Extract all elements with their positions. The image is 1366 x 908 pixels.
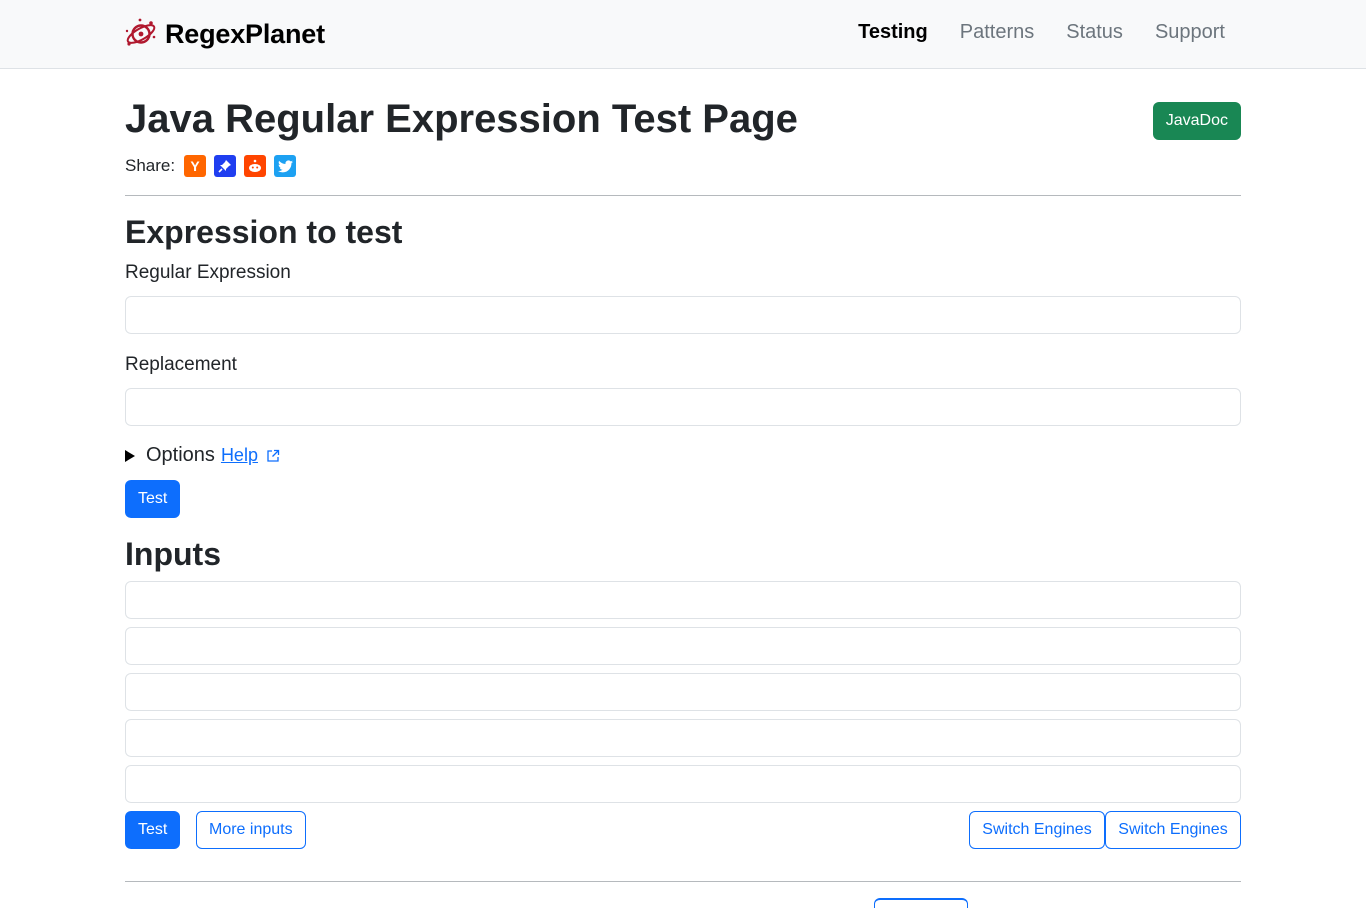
planet-logo-icon [125, 18, 156, 46]
nav-support[interactable]: Support [1155, 21, 1225, 44]
brand-link[interactable]: RegexPlanet [124, 17, 325, 51]
nav-status[interactable]: Status [1066, 21, 1123, 44]
input-field-1[interactable] [125, 581, 1241, 619]
footer-divider [125, 881, 1241, 882]
test-button[interactable]: Test [125, 480, 181, 518]
header-divider [125, 195, 1241, 196]
input-field-4[interactable] [125, 719, 1241, 757]
page-title: Java Regular Expression Test Page [125, 97, 798, 141]
switch-engines-button-2[interactable]: Switch Engines [1105, 811, 1241, 849]
hackernews-icon[interactable]: Y [184, 155, 207, 177]
brand-name: RegexPlanet [165, 18, 325, 49]
main-nav: Testing Patterns Status Support [826, 21, 1225, 44]
input-field-2[interactable] [125, 627, 1241, 665]
regex-label: Regular Expression [125, 262, 291, 283]
inputs-section-title: Inputs [125, 536, 221, 572]
expression-section-title: Expression to test [125, 214, 403, 250]
reddit-icon[interactable] [244, 155, 267, 177]
nav-testing[interactable]: Testing [858, 21, 928, 44]
share-label: Share: [125, 156, 176, 175]
pinboard-icon[interactable] [214, 155, 237, 177]
more-inputs-button[interactable]: More inputs [196, 811, 306, 849]
twitter-icon[interactable] [274, 155, 297, 177]
help-link[interactable]: Help [221, 445, 258, 466]
share-bar: Share: Y [125, 155, 304, 177]
switch-engines-button-1[interactable]: Switch Engines [969, 811, 1105, 849]
options-label: Options [146, 444, 215, 466]
navbar: RegexPlanet Testing Patterns Status Supp… [0, 0, 1366, 69]
input-field-3[interactable] [125, 673, 1241, 711]
replacement-input[interactable] [125, 388, 1241, 426]
replacement-label: Replacement [125, 354, 237, 375]
disclosure-triangle-icon [125, 449, 135, 462]
javadoc-button[interactable]: JavaDoc [1152, 102, 1241, 140]
nav-patterns[interactable]: Patterns [960, 21, 1034, 44]
external-link-icon [267, 449, 280, 462]
input-field-5[interactable] [125, 765, 1241, 803]
inputs-test-button[interactable]: Test [125, 811, 181, 849]
options-toggle[interactable]: Options Help [125, 444, 280, 467]
regex-input[interactable] [125, 296, 1241, 334]
